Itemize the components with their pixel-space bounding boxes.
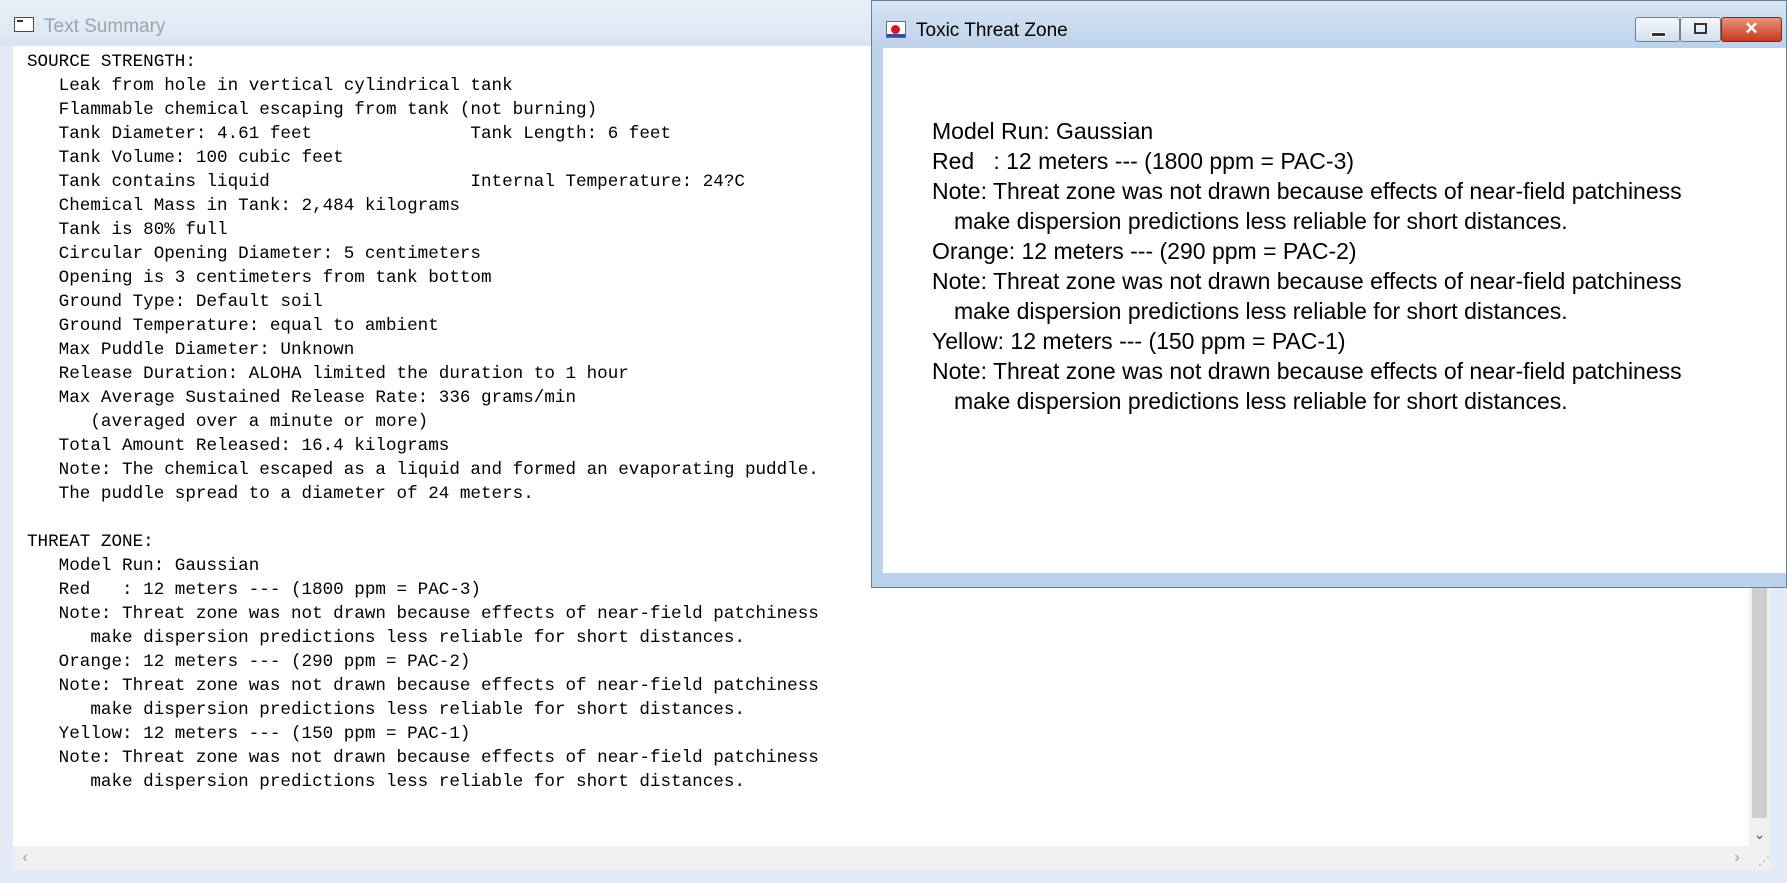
threat-zone-titlebar[interactable]: Toxic Threat Zone ✕ bbox=[872, 1, 1786, 48]
summary-line: Tank contains liquid Internal Temperatur… bbox=[27, 172, 745, 192]
summary-line: Flammable chemical escaping from tank (n… bbox=[27, 100, 598, 120]
threat-zone-text: Model Run: Gaussian Red : 12 meters --- (… bbox=[932, 116, 1682, 416]
summary-line: make dispersion predictions less reliabl… bbox=[27, 700, 745, 720]
summary-text: SOURCE STRENGTH: Leak from hole in verti… bbox=[27, 50, 819, 794]
threat-zone-app-icon bbox=[886, 21, 906, 38]
summary-line: Red : 12 meters --- (1800 ppm = PAC-3) bbox=[27, 580, 481, 600]
summary-line: Ground Type: Default soil bbox=[27, 292, 323, 312]
summary-line: Orange: 12 meters --- (290 ppm = PAC-2) bbox=[27, 652, 471, 672]
summary-line: The puddle spread to a diameter of 24 me… bbox=[27, 484, 534, 504]
summary-line: Note: Threat zone was not drawn because … bbox=[27, 676, 819, 696]
threat-zone-line: Note: Threat zone was not drawn because … bbox=[932, 268, 1682, 294]
threat-zone-line: Yellow: 12 meters --- (150 ppm = PAC-1) bbox=[932, 328, 1346, 354]
summary-line: Circular Opening Diameter: 5 centimeters bbox=[27, 244, 481, 264]
horizontal-scrollbar[interactable]: ‹ › bbox=[13, 846, 1749, 870]
summary-line: Release Duration: ALOHA limited the dura… bbox=[27, 364, 629, 384]
close-icon: ✕ bbox=[1744, 19, 1759, 38]
threat-zone-line: make dispersion predictions less reliabl… bbox=[954, 208, 1568, 234]
maximize-icon bbox=[1694, 23, 1707, 34]
summary-window-title: Text Summary bbox=[44, 16, 166, 37]
threat-zone-line: make dispersion predictions less reliabl… bbox=[954, 298, 1568, 324]
threat-zone-window-title: Toxic Threat Zone bbox=[916, 20, 1068, 41]
threat-zone-line: make dispersion predictions less reliabl… bbox=[954, 388, 1568, 414]
threat-zone-line: Model Run: Gaussian bbox=[932, 118, 1154, 144]
threat-zone-line: Orange: 12 meters --- (290 ppm = PAC-2) bbox=[932, 238, 1357, 264]
summary-line: Tank Diameter: 4.61 feet Tank Length: 6 … bbox=[27, 124, 672, 144]
summary-line: (averaged over a minute or more) bbox=[27, 412, 429, 432]
summary-line: SOURCE STRENGTH: bbox=[27, 52, 196, 72]
scroll-right-arrow-icon[interactable]: › bbox=[1727, 846, 1747, 870]
threat-zone-line: Note: Threat zone was not drawn because … bbox=[932, 358, 1682, 384]
summary-line: Chemical Mass in Tank: 2,484 kilograms bbox=[27, 196, 460, 216]
summary-line: Leak from hole in vertical cylindrical t… bbox=[27, 76, 513, 96]
summary-line: Tank Volume: 100 cubic feet bbox=[27, 148, 344, 168]
resize-grip-icon[interactable]: ⋰ bbox=[1749, 846, 1770, 870]
summary-line: Note: Threat zone was not drawn because … bbox=[27, 604, 819, 624]
summary-line: make dispersion predictions less reliabl… bbox=[27, 628, 745, 648]
summary-line: Yellow: 12 meters --- (150 ppm = PAC-1) bbox=[27, 724, 471, 744]
summary-line: THREAT ZONE: bbox=[27, 532, 154, 552]
summary-line: Opening is 3 centimeters from tank botto… bbox=[27, 268, 492, 288]
threat-zone-content: Model Run: Gaussian Red : 12 meters --- (… bbox=[883, 48, 1786, 573]
toxic-threat-zone-window[interactable]: Toxic Threat Zone ✕ Model Run: Gaussian R… bbox=[871, 0, 1787, 588]
threat-zone-line: Red : 12 meters --- (1800 ppm = PAC-3) bbox=[932, 148, 1355, 174]
minimize-button[interactable] bbox=[1635, 17, 1680, 42]
close-button[interactable]: ✕ bbox=[1721, 17, 1782, 42]
summary-line: Note: The chemical escaped as a liquid a… bbox=[27, 460, 819, 480]
summary-line: Ground Temperature: equal to ambient bbox=[27, 316, 439, 336]
summary-line: Max Puddle Diameter: Unknown bbox=[27, 340, 355, 360]
summary-line: Total Amount Released: 16.4 kilograms bbox=[27, 436, 450, 456]
summary-line: Tank is 80% full bbox=[27, 220, 228, 240]
minimize-icon bbox=[1651, 32, 1666, 37]
summary-line: Max Average Sustained Release Rate: 336 … bbox=[27, 388, 577, 408]
threat-zone-line: Note: Threat zone was not drawn because … bbox=[932, 178, 1682, 204]
summary-line: make dispersion predictions less reliabl… bbox=[27, 772, 745, 792]
scroll-down-arrow-icon[interactable]: ⌄ bbox=[1749, 822, 1770, 846]
summary-line: Note: Threat zone was not drawn because … bbox=[27, 748, 819, 768]
window-app-icon bbox=[14, 17, 34, 32]
summary-line: Model Run: Gaussian bbox=[27, 556, 260, 576]
scroll-left-arrow-icon[interactable]: ‹ bbox=[15, 846, 35, 870]
maximize-button[interactable] bbox=[1680, 17, 1721, 42]
